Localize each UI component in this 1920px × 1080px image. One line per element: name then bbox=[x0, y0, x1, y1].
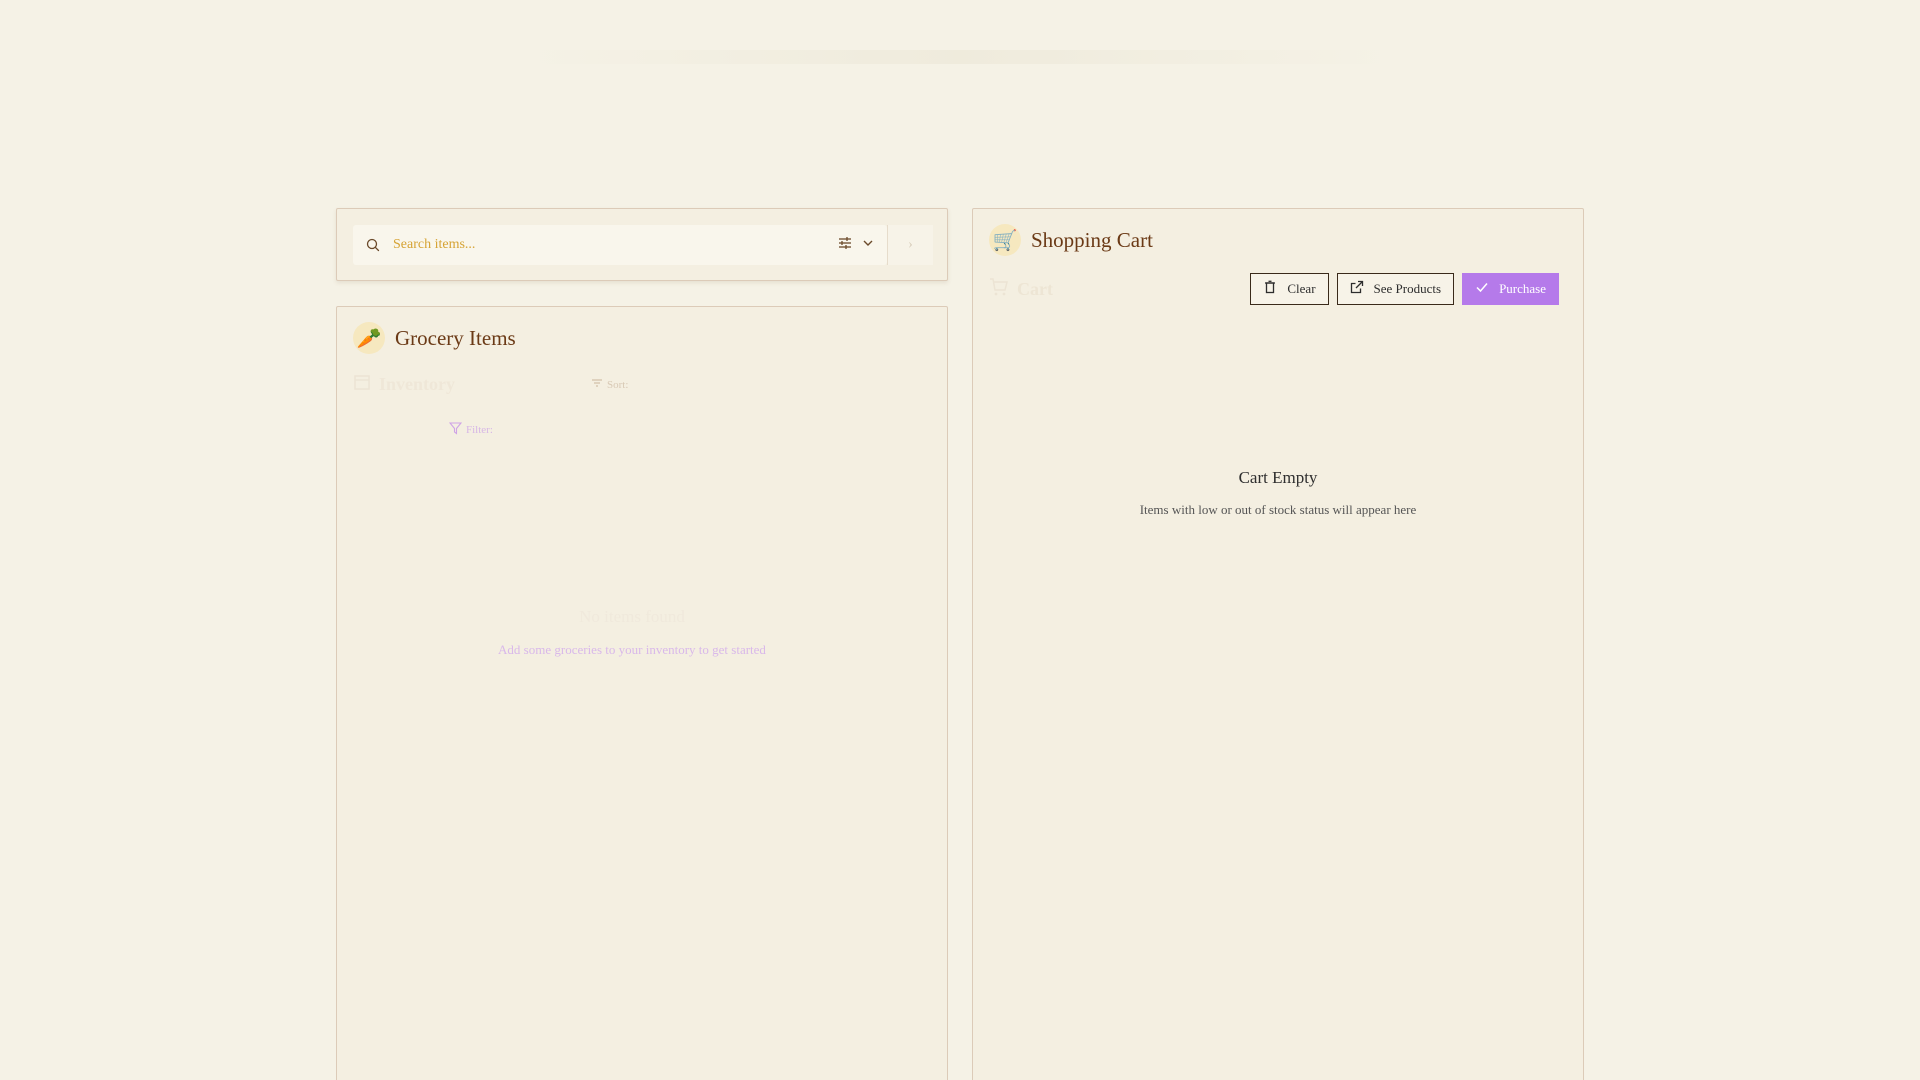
chevron-down-icon bbox=[861, 236, 875, 255]
clear-button[interactable]: Clear bbox=[1250, 273, 1329, 305]
cart-title-text: Shopping Cart bbox=[1031, 227, 1153, 252]
funnel-icon bbox=[448, 422, 463, 438]
search-icon bbox=[365, 237, 381, 253]
header-glow bbox=[520, 50, 1400, 64]
see-products-button[interactable]: See Products bbox=[1336, 273, 1455, 305]
purchase-button[interactable]: Purchase bbox=[1462, 273, 1559, 305]
inventory-label: Inventory bbox=[353, 373, 455, 396]
grocery-panel: 🥕 Grocery Items Inventory Sort: Filter: … bbox=[336, 306, 948, 1080]
cart-actions: Clear See Products Purchase bbox=[1250, 273, 1559, 305]
filter-control[interactable]: Filter: bbox=[448, 422, 493, 438]
grocery-empty-subtitle: Add some groceries to your inventory to … bbox=[498, 642, 766, 657]
search-input[interactable] bbox=[393, 225, 813, 265]
carrot-icon: 🥕 bbox=[353, 322, 385, 354]
sort-icon bbox=[591, 377, 603, 392]
cart-sub-label-text: Cart bbox=[1017, 279, 1053, 299]
grocery-empty-title: No items found bbox=[579, 607, 685, 626]
sort-label-text: Sort: bbox=[607, 378, 629, 391]
sort-control[interactable]: Sort: bbox=[591, 377, 628, 392]
search-panel: › bbox=[336, 208, 948, 281]
inventory-label-text: Inventory bbox=[379, 374, 455, 394]
external-link-icon bbox=[1350, 280, 1364, 298]
cart-empty-title: Cart Empty bbox=[1238, 468, 1318, 487]
cart-icon bbox=[989, 277, 1009, 302]
grocery-title-text: Grocery Items bbox=[395, 325, 516, 350]
filter-toggle[interactable] bbox=[837, 235, 881, 256]
search-side-button[interactable]: › bbox=[887, 225, 933, 265]
trash-icon bbox=[1263, 280, 1277, 298]
clear-button-label: Clear bbox=[1287, 281, 1316, 296]
cart-sub-label: Cart bbox=[989, 277, 1053, 302]
sliders-icon bbox=[837, 235, 853, 256]
cart-empty-subtitle: Items with low or out of stock status wi… bbox=[1139, 502, 1417, 517]
search-box[interactable] bbox=[353, 225, 887, 265]
purchase-button-label: Purchase bbox=[1499, 281, 1546, 296]
grocery-title: 🥕 Grocery Items bbox=[353, 322, 516, 354]
cart-title: 🛒 Shopping Cart bbox=[989, 224, 1153, 256]
cart-panel: 🛒 Shopping Cart Cart Clear See Products … bbox=[972, 208, 1584, 1080]
shopping-cart-emoji-icon: 🛒 bbox=[989, 224, 1021, 256]
see-products-button-label: See Products bbox=[1373, 281, 1442, 296]
filter-label-text: Filter: bbox=[466, 424, 493, 436]
check-icon bbox=[1475, 280, 1489, 298]
calendar-icon bbox=[353, 373, 371, 396]
